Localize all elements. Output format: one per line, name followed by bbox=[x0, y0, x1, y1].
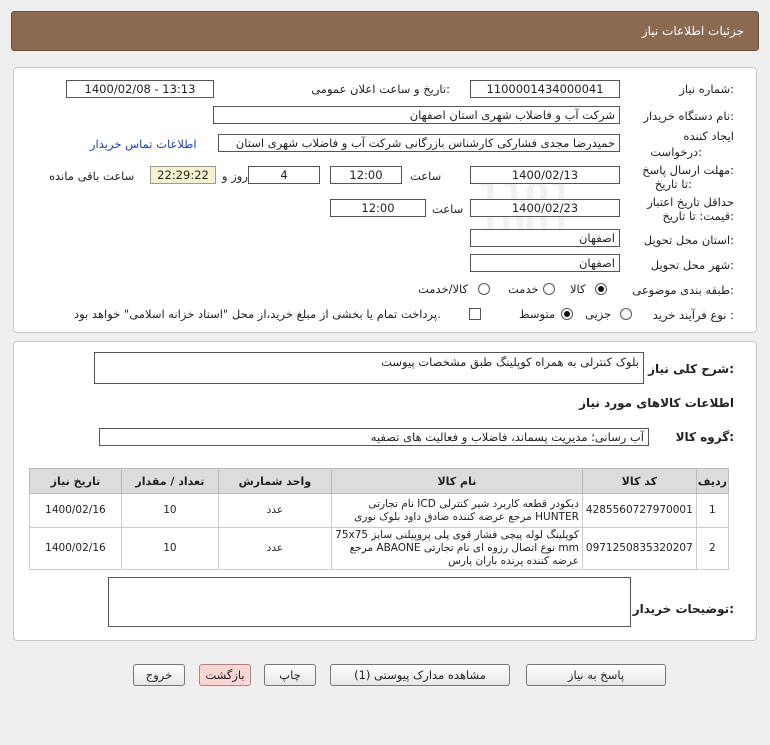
goods-info-title: اطلاعات کالاهای مورد نیاز bbox=[579, 396, 734, 410]
need-desc-label: شرح کلی نیاز: bbox=[648, 362, 734, 376]
remaining-label: ساعت باقی مانده bbox=[49, 169, 135, 183]
contact-info-link-wrap: اطلاعات تماس خریدار bbox=[90, 137, 197, 151]
goods-group-field: آب رسانی؛ مدیریت پسماند، فاضلاب و فعالیت… bbox=[99, 428, 649, 446]
cell-unit: عدد bbox=[217, 493, 332, 528]
process-option-medium: متوسط bbox=[519, 307, 556, 321]
contact-info-link[interactable]: اطلاعات تماس خریدار bbox=[90, 137, 197, 151]
validity-date-field: 1400/02/23 bbox=[470, 199, 620, 217]
category-radio-goods[interactable] bbox=[595, 283, 607, 295]
days-left-field: 4 bbox=[248, 166, 320, 184]
cell-unit: عدد bbox=[217, 527, 332, 570]
table-row: 1 4285560727970001 دیکودر قطعه کاربرد شی… bbox=[29, 493, 730, 528]
col-header-index: ردیف bbox=[695, 468, 730, 494]
cell-qty: 10 bbox=[120, 493, 219, 528]
category-option-service: خدمت bbox=[508, 282, 539, 296]
col-header-name: نام کالا bbox=[330, 468, 583, 494]
col-header-code: کد کالا bbox=[581, 468, 697, 494]
province-label: استان محل تحویل: bbox=[643, 233, 734, 247]
category-radio-service[interactable] bbox=[543, 283, 555, 295]
process-radio-minor[interactable] bbox=[620, 308, 632, 320]
col-header-qty: تعداد / مقدار bbox=[120, 468, 219, 494]
deadline-date-field: 1400/02/13 bbox=[470, 166, 620, 184]
items-table: ردیف کد کالا نام کالا واحد شمارش تعداد /… bbox=[29, 468, 730, 570]
col-header-unit: واحد شمارش bbox=[217, 468, 332, 494]
buyer-notes-label: توضیحات خریدار: bbox=[632, 602, 734, 616]
announce-label: تاریخ و ساعت اعلان عمومی: bbox=[311, 82, 450, 96]
deadline-time-field: 12:00 bbox=[330, 166, 402, 184]
remaining-time-field: 22:29:22 bbox=[150, 166, 216, 184]
reply-button[interactable]: پاسخ به نیاز bbox=[526, 664, 666, 686]
process-radio-medium[interactable] bbox=[561, 308, 573, 320]
buyer-org-field: شرکت آب و فاضلاب شهری استان اصفهان bbox=[213, 106, 620, 124]
creator-label-1: ایجاد کننده bbox=[683, 129, 734, 143]
category-option-goods-service: کالا/خدمت bbox=[418, 282, 469, 296]
province-field: اصفهان bbox=[470, 229, 620, 247]
treasury-payment-checkbox[interactable] bbox=[469, 308, 481, 320]
cell-code: 4285560727970001 bbox=[581, 493, 697, 528]
cell-date: 1400/02/16 bbox=[29, 493, 122, 528]
cell-name: کوپلینگ لوله پیچی فشار قوی پلی پروپیلنی … bbox=[330, 527, 583, 570]
need-desc-field: بلوک کنترلی به همراه کوپلینگ طبق مشخصات … bbox=[94, 352, 644, 384]
cell-qty: 10 bbox=[120, 527, 219, 570]
validity-time-label: ساعت bbox=[432, 202, 464, 216]
validity-time-field: 12:00 bbox=[330, 199, 426, 217]
deadline-label-2: تا تاریخ: bbox=[654, 177, 692, 191]
cell-date: 1400/02/16 bbox=[29, 527, 122, 570]
cell-index: 2 bbox=[695, 527, 730, 570]
cell-index: 1 bbox=[695, 493, 730, 528]
creator-label-2: درخواست: bbox=[650, 145, 702, 159]
cell-name: دیکودر قطعه کاربرد شیر کنترلی ICD نام تج… bbox=[330, 493, 583, 528]
buyer-org-label: نام دستگاه خریدار: bbox=[643, 109, 734, 123]
col-header-date: تاریخ نیاز bbox=[29, 468, 122, 494]
back-button[interactable]: بازگشت bbox=[199, 664, 251, 686]
page-title: جزئیات اطلاعات نیاز bbox=[641, 24, 744, 38]
goods-group-label: گروه کالا: bbox=[675, 430, 734, 444]
category-option-goods: کالا bbox=[570, 282, 586, 296]
validity-label-1: حداقل تاریخ اعتبار bbox=[647, 195, 734, 209]
buyer-notes-field bbox=[108, 577, 631, 627]
validity-label-2: قیمت: تا تاریخ: bbox=[662, 209, 734, 223]
need-number-label: شماره نیاز: bbox=[679, 82, 734, 96]
creator-field: حمیدرضا مجدی فشارکی کارشناس بازرگانی شرک… bbox=[218, 134, 620, 152]
deadline-label-1: مهلت ارسال پاسخ: bbox=[642, 163, 734, 177]
treasury-payment-note: پرداخت تمام یا بخشی از مبلغ خرید،از محل … bbox=[74, 307, 441, 321]
table-row: 2 0971250835320207 کوپلینگ لوله پیچی فشا… bbox=[29, 527, 730, 570]
process-label: نوع فرآیند خرید : bbox=[652, 308, 734, 322]
category-label: طبقه بندی موضوعی: bbox=[632, 283, 734, 297]
cell-code: 0971250835320207 bbox=[581, 527, 697, 570]
deadline-time-label: ساعت bbox=[410, 169, 442, 183]
city-label: شهر محل تحویل: bbox=[650, 258, 734, 272]
view-attachments-button[interactable]: مشاهده مدارک پیوستی (1) bbox=[330, 664, 510, 686]
print-button[interactable]: چاپ bbox=[264, 664, 316, 686]
table-header-row: ردیف کد کالا نام کالا واحد شمارش تعداد /… bbox=[29, 468, 730, 494]
page-header: جزئیات اطلاعات نیاز bbox=[11, 11, 759, 51]
need-number-field: 1100001434000041 bbox=[470, 80, 620, 98]
day-and-label: روز و bbox=[222, 169, 248, 183]
exit-button[interactable]: خروج bbox=[133, 664, 185, 686]
category-radio-goods-service[interactable] bbox=[478, 283, 490, 295]
announce-field: 1400/02/08 - 13:13 bbox=[66, 80, 214, 98]
process-option-minor: جزیی bbox=[585, 307, 612, 321]
city-field: اصفهان bbox=[470, 254, 620, 272]
